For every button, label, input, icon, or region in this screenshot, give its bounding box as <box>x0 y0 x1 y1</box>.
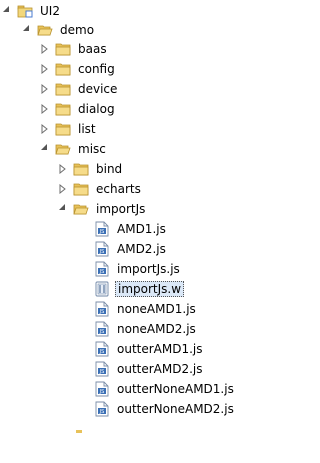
w-file-icon <box>94 281 110 297</box>
tree-node-ui2[interactable]: UI2 <box>2 2 62 20</box>
tree-node-label: demo <box>60 23 95 37</box>
tree-node-label: AMD1.js <box>117 222 166 236</box>
project-folder-icon <box>17 3 33 19</box>
svg-text:JS: JS <box>99 329 105 335</box>
folder-icon <box>55 81 71 97</box>
tree-node-label: config <box>78 62 115 76</box>
tree-node-label: noneAMD1.js <box>117 302 196 316</box>
svg-text:JS: JS <box>99 229 105 235</box>
folder-icon <box>55 101 71 117</box>
tree-node-label: echarts <box>96 182 141 196</box>
tree-node-outternoneamd1-js[interactable]: JS outterNoneAMD1.js <box>94 380 236 398</box>
tree-node-label: importJs.w <box>115 281 185 297</box>
tree-node-noneamd1-js[interactable]: JS noneAMD1.js <box>94 300 198 318</box>
tree-node-noneamd2-js[interactable]: JS noneAMD2.js <box>94 320 198 338</box>
folder-icon <box>55 61 71 77</box>
tree-node-label: baas <box>78 42 107 56</box>
project-explorer-tree: UI2 demo baas config device dialog list … <box>0 0 284 463</box>
svg-text:JS: JS <box>99 409 105 415</box>
js-file-icon: JS <box>94 261 110 277</box>
chevron-right-icon[interactable] <box>40 104 50 114</box>
tree-node-label: bind <box>96 162 123 176</box>
chevron-right-icon[interactable] <box>40 64 50 74</box>
chevron-right-icon[interactable] <box>58 184 68 194</box>
tree-node-device[interactable]: device <box>40 80 119 98</box>
tree-node-list[interactable]: list <box>40 120 98 138</box>
svg-text:JS: JS <box>99 349 105 355</box>
js-file-icon: JS <box>94 341 110 357</box>
partial-folder-icon <box>76 422 82 433</box>
js-file-icon: JS <box>94 401 110 417</box>
chevron-down-icon[interactable] <box>22 25 32 35</box>
folder-open-icon <box>55 141 71 157</box>
tree-node-misc[interactable]: misc <box>40 140 108 158</box>
folder-open-icon <box>37 22 53 38</box>
tree-node-echarts[interactable]: echarts <box>58 180 143 198</box>
svg-text:JS: JS <box>99 389 105 395</box>
svg-text:JS: JS <box>99 249 105 255</box>
svg-text:JS: JS <box>99 369 105 375</box>
tree-node-label: dialog <box>78 102 115 116</box>
tree-node-label: noneAMD2.js <box>117 322 196 336</box>
tree-node-config[interactable]: config <box>40 60 117 78</box>
tree-node-amd1-js[interactable]: JS AMD1.js <box>94 220 168 238</box>
js-file-icon: JS <box>94 241 110 257</box>
tree-node-baas[interactable]: baas <box>40 40 109 58</box>
svg-text:JS: JS <box>99 269 105 275</box>
tree-node-amd2-js[interactable]: JS AMD2.js <box>94 240 168 258</box>
tree-node-demo[interactable]: demo <box>22 21 96 39</box>
tree-node-label: misc <box>78 142 106 156</box>
chevron-right-icon[interactable] <box>40 124 50 134</box>
chevron-down-icon[interactable] <box>58 204 68 214</box>
tree-node-label: importJs <box>96 202 146 216</box>
js-file-icon: JS <box>94 321 110 337</box>
tree-node-label: outterNoneAMD2.js <box>117 402 234 416</box>
svg-text:JS: JS <box>99 309 105 315</box>
tree-node-outteramd1-js[interactable]: JS outterAMD1.js <box>94 340 205 358</box>
tree-node-outteramd2-js[interactable]: JS outterAMD2.js <box>94 360 205 378</box>
tree-node-label: outterAMD2.js <box>117 362 203 376</box>
js-file-icon: JS <box>94 361 110 377</box>
js-file-icon: JS <box>94 301 110 317</box>
folder-icon <box>73 161 89 177</box>
tree-node-label: outterNoneAMD1.js <box>117 382 234 396</box>
tree-node-label: list <box>78 122 96 136</box>
chevron-down-icon[interactable] <box>2 6 12 16</box>
tree-node-importjs-js[interactable]: JS importJs.js <box>94 260 182 278</box>
tree-node-dialog[interactable]: dialog <box>40 100 117 118</box>
tree-node-label: device <box>78 82 118 96</box>
folder-open-icon <box>73 201 89 217</box>
folder-icon <box>55 121 71 137</box>
chevron-right-icon[interactable] <box>58 164 68 174</box>
tree-node-label: importJs.js <box>117 262 180 276</box>
tree-node-importjs-w[interactable]: importJs.w <box>94 280 185 298</box>
folder-icon <box>73 181 89 197</box>
folder-icon <box>55 41 71 57</box>
js-file-icon: JS <box>94 381 110 397</box>
tree-node-label: UI2 <box>40 4 60 18</box>
chevron-right-icon[interactable] <box>40 84 50 94</box>
tree-node-outternoneamd2-js[interactable]: JS outterNoneAMD2.js <box>94 400 236 418</box>
js-file-icon: JS <box>94 221 110 237</box>
tree-node-bind[interactable]: bind <box>58 160 124 178</box>
tree-node-label: outterAMD1.js <box>117 342 203 356</box>
tree-node-importjs-folder[interactable]: importJs <box>58 200 147 218</box>
chevron-down-icon[interactable] <box>40 144 50 154</box>
chevron-right-icon[interactable] <box>40 44 50 54</box>
tree-node-label: AMD2.js <box>117 242 166 256</box>
